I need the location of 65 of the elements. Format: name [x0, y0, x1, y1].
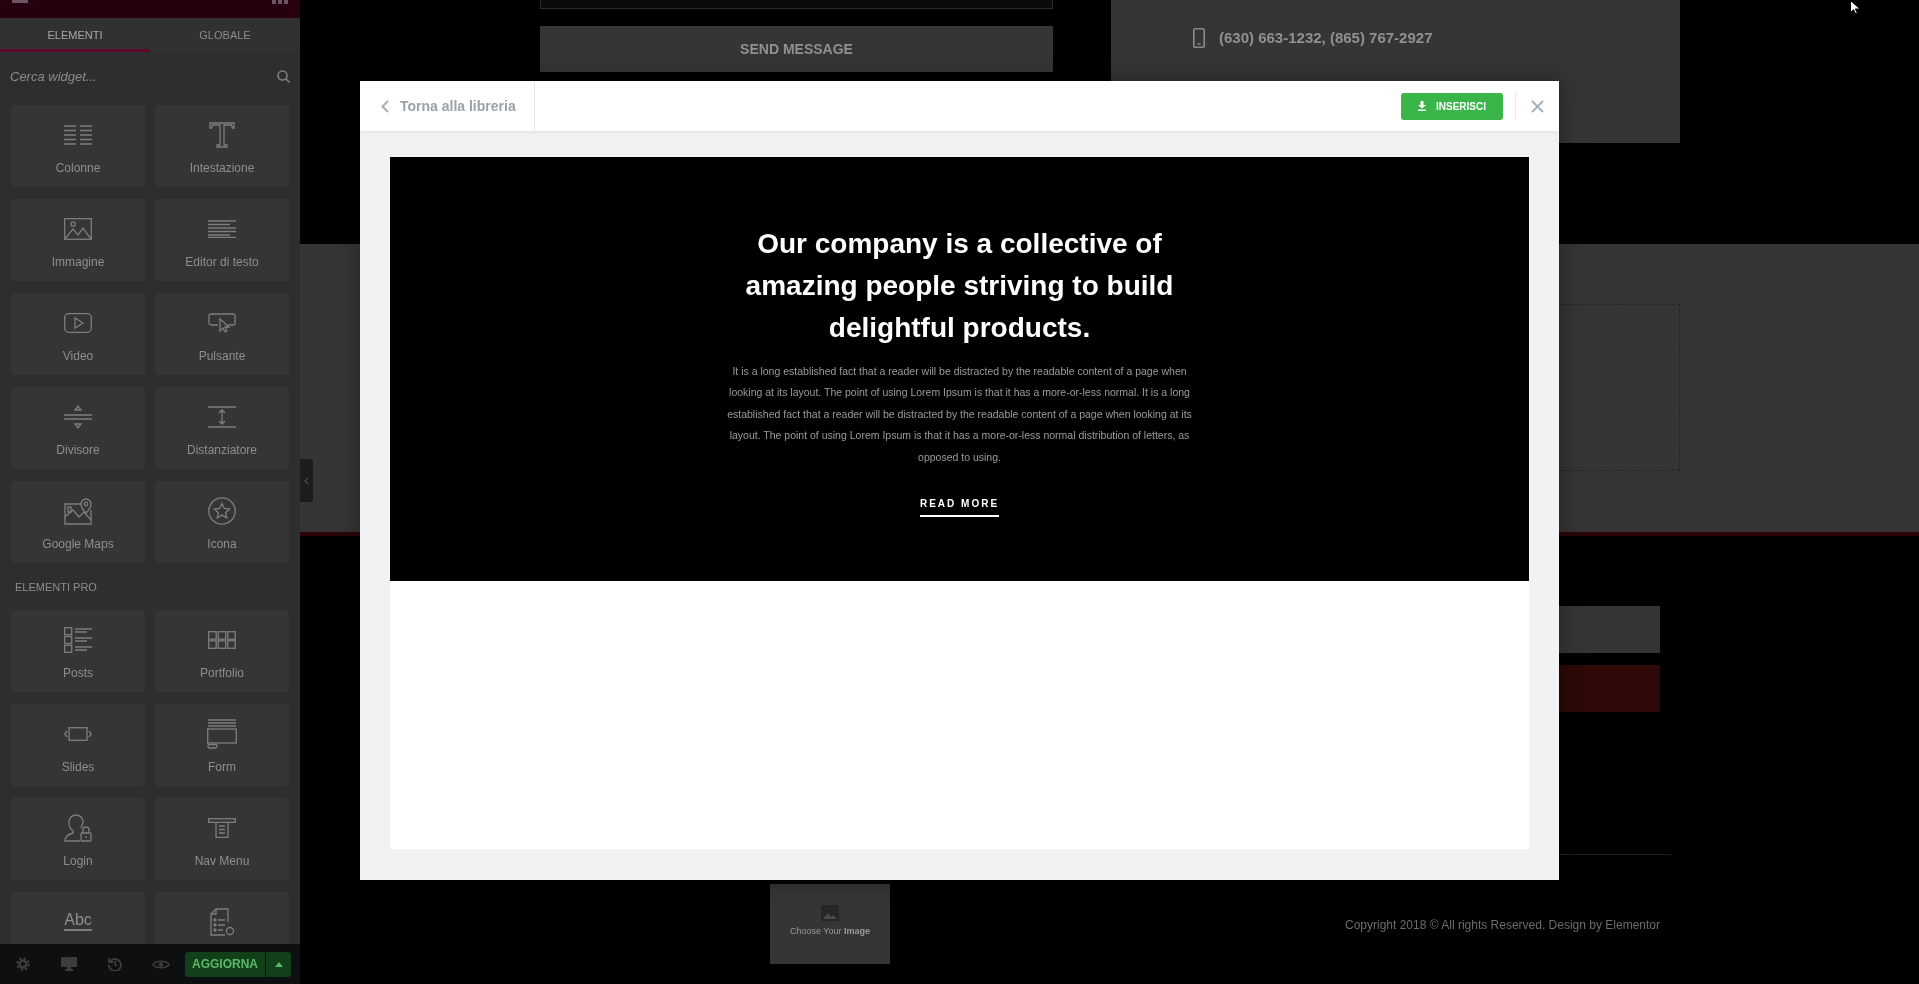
chevron-left-icon: [304, 476, 309, 485]
insert-button[interactable]: INSERISCI: [1401, 92, 1503, 120]
read-more-link[interactable]: READ MORE: [919, 497, 1000, 518]
search-icon[interactable]: [277, 69, 290, 83]
widget-card[interactable]: Form: [155, 704, 289, 786]
slides-icon: [64, 727, 92, 741]
widget-card[interactable]: Intestazione: [155, 105, 289, 187]
nav-menu-icon: [208, 818, 236, 838]
columns-icon: [64, 125, 92, 145]
spacer-icon: [208, 406, 236, 428]
hero-heading: Our company is a collective of amazing people striving to build delightful products.: [744, 227, 1175, 345]
widget-card[interactable]: Nav Menu: [155, 798, 289, 880]
map-pin-icon: [64, 497, 92, 525]
apps-grid-icon[interactable]: [272, 0, 288, 4]
widget-card[interactable]: Divisore: [11, 387, 145, 469]
widget-card[interactable]: Colonne: [11, 105, 145, 187]
widget-card[interactable]: [155, 892, 289, 944]
image-icon: [821, 905, 839, 921]
section-title: ELEMENTI PRO: [15, 580, 97, 594]
heading-icon: [209, 122, 235, 148]
widget-card[interactable]: Pulsante: [155, 293, 289, 375]
settings-icon[interactable]: [16, 957, 30, 971]
form-icon: [207, 719, 237, 749]
document-list-icon: [210, 908, 234, 936]
divider-icon: [64, 405, 92, 429]
download-icon: [1418, 101, 1426, 111]
text-lines-icon: [208, 220, 236, 238]
widget-card[interactable]: Video: [11, 293, 145, 375]
caret-up-icon: [274, 961, 283, 967]
update-options-button[interactable]: [266, 951, 291, 977]
widget-card[interactable]: Login: [11, 798, 145, 880]
panel-tab[interactable]: ELEMENTI: [0, 18, 150, 52]
close-icon: [1531, 99, 1544, 113]
phone-numbers: (630) 663-1232, (865) 767-2927: [1219, 27, 1433, 48]
widget-card[interactable]: Distanziatore: [155, 387, 289, 469]
chevron-left-icon: [381, 99, 389, 113]
widget-card[interactable]: Slides: [11, 704, 145, 786]
image-icon: [64, 218, 92, 240]
panel-tab[interactable]: GLOBALE: [150, 18, 300, 52]
user-lock-icon: [64, 814, 92, 842]
widget-card[interactable]: Editor di testo: [155, 199, 289, 281]
button-pointer-icon: [208, 313, 236, 333]
grid-icon: [208, 631, 236, 649]
widget-card[interactable]: Google Maps: [11, 481, 145, 563]
widget-card[interactable]: Immagine: [11, 199, 145, 281]
update-button[interactable]: AGGIORNA: [185, 951, 265, 977]
eye-icon[interactable]: [152, 958, 170, 970]
image-placeholder[interactable]: Choose Your Image: [770, 884, 890, 964]
widget-card[interactable]: Icona: [155, 481, 289, 563]
list-icon: [64, 627, 92, 653]
history-icon[interactable]: [108, 957, 122, 971]
message-field[interactable]: [540, 0, 1053, 9]
widget-card[interactable]: Posts: [11, 610, 145, 692]
copyright-text: Copyright 2018 © All rights Reserved. Design by Elementor: [1345, 917, 1660, 933]
phone-icon: [1193, 28, 1205, 48]
widget-card[interactable]: Abc: [11, 892, 145, 944]
placeholder-caption: Choose Your Image: [789, 926, 871, 937]
panel-collapse-handle[interactable]: [300, 459, 313, 502]
desktop-icon[interactable]: [61, 957, 77, 971]
widget-card[interactable]: Portfolio: [155, 610, 289, 692]
back-link[interactable]: Torna alla libreria: [360, 81, 535, 131]
play-icon: [64, 313, 92, 333]
search-field[interactable]: Cerca widget...: [10, 61, 271, 91]
hero-paragraph: It is a long established fact that a reader will be distracted by the readable content of a page when looking at its layout. The point of using Lorem Ipsum is that it has a more-or-less normal. It is a long established fact that a reader will be distracted by the readable content of a page when looking at its layout. The point of using Lorem Ipsum is that it has a more-or-less normal distribution of letters, as opposed to using.: [726, 364, 1193, 465]
send-button[interactable]: SEND MESSAGE: [540, 26, 1053, 72]
